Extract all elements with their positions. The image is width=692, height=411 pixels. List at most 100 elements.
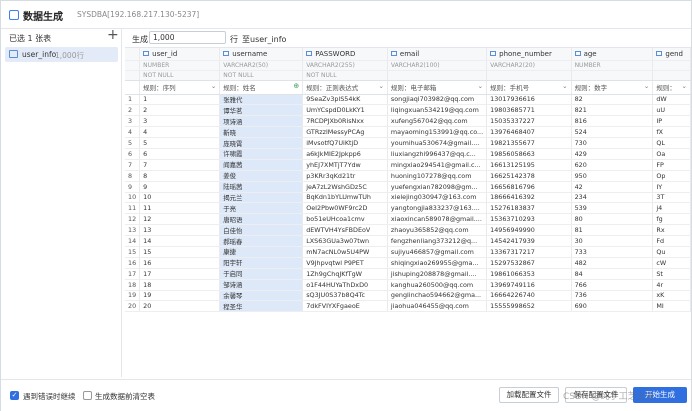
cell-PASSWORD[interactable]: iMvsotfQ7UiKtjD: [302, 137, 388, 149]
cell-age[interactable]: 234: [571, 192, 654, 204]
cell-user_id[interactable]: 4: [139, 126, 221, 139]
cell-username[interactable]: 邹诗涵: [219, 279, 304, 291]
cell-gend[interactable]: fg: [652, 213, 691, 226]
cell-phone_number[interactable]: 13976468407: [486, 126, 572, 139]
cell-user_id[interactable]: 19: [139, 290, 221, 302]
cell-phone_number[interactable]: 13017936616: [486, 94, 572, 106]
cell-index[interactable]: 10: [125, 192, 141, 204]
cell-email[interactable]: xiaoxincan589078@gmail....: [387, 213, 488, 226]
cell-index[interactable]: 3: [125, 115, 141, 128]
cell-index[interactable]: 2: [125, 104, 141, 117]
column-rule-selector[interactable]: 规则：姓名 ⊕: [219, 80, 304, 95]
cell-PASSWORD[interactable]: mN7acNL0w5U4PW: [302, 246, 388, 258]
cell-age[interactable]: 81: [571, 224, 654, 237]
cell-email[interactable]: kanghua260500@qq.com: [387, 279, 488, 291]
column-rule-selector[interactable]: 规则：序列 ⌄: [139, 80, 221, 95]
cell-PASSWORD[interactable]: UmYCspdD0LkKY1: [302, 104, 388, 117]
cell-phone_number[interactable]: 16664226740: [486, 290, 572, 302]
column-header-username[interactable]: username: [219, 48, 304, 61]
cell-PASSWORD[interactable]: OeI2Pbw0WF9rc2D: [302, 202, 388, 215]
cell-age[interactable]: 539: [571, 202, 654, 215]
cell-age[interactable]: 429: [571, 148, 654, 160]
cell-age[interactable]: 950: [571, 170, 654, 182]
cell-user_id[interactable]: 14: [139, 235, 221, 247]
cell-PASSWORD[interactable]: dEWTVH4YsFBDEoV: [302, 224, 388, 237]
cell-index[interactable]: 20: [125, 300, 141, 313]
cell-user_id[interactable]: 13: [139, 224, 221, 237]
column-rule-selector[interactable]: 规则：手机号 ⌄: [486, 80, 572, 95]
cell-age[interactable]: 821: [571, 104, 654, 117]
cell-index[interactable]: 17: [125, 268, 141, 280]
cell-email[interactable]: mayaoming153991@qq.co...: [387, 126, 488, 139]
cell-email[interactable]: fengzhenliang373212@q...: [387, 235, 488, 247]
cell-phone_number[interactable]: 19856058663: [486, 148, 572, 160]
cell-username[interactable]: 许啸霞: [219, 148, 304, 160]
cell-phone_number[interactable]: 16656816796: [486, 181, 572, 193]
cell-index[interactable]: 4: [125, 126, 141, 139]
cell-age[interactable]: 690: [571, 300, 654, 313]
cell-gend[interactable]: St: [652, 268, 691, 280]
cell-phone_number[interactable]: 19821355677: [486, 137, 572, 149]
cell-gend[interactable]: Fd: [652, 235, 691, 247]
cell-age[interactable]: 816: [571, 115, 654, 128]
cell-gend[interactable]: FP: [652, 159, 691, 171]
cell-user_id[interactable]: 8: [139, 170, 221, 182]
cell-email[interactable]: genglinchao594662@gma...: [387, 290, 488, 302]
cell-email[interactable]: jiaohua046455@qq.com: [387, 300, 488, 313]
cell-gend[interactable]: cW: [652, 257, 691, 269]
cell-index[interactable]: 9: [125, 181, 141, 193]
cell-age[interactable]: 80: [571, 213, 654, 226]
cell-phone_number[interactable]: 14542417939: [486, 235, 572, 247]
cell-PASSWORD[interactable]: LXS63GUa3w07twn: [302, 235, 388, 247]
cell-PASSWORD[interactable]: 7RCDPJXb0RisNxx: [302, 115, 388, 128]
cell-username[interactable]: 余馨琴: [219, 290, 304, 302]
cell-email[interactable]: sujiyu466857@gmail.com: [387, 246, 488, 258]
cell-gend[interactable]: QL: [652, 137, 691, 149]
cell-age[interactable]: 524: [571, 126, 654, 139]
column-rule-selector[interactable]: 规则：数字 ⌄: [571, 80, 654, 95]
cell-PASSWORD[interactable]: a6kJkMIE2Jpkpp6: [302, 148, 388, 160]
cell-username[interactable]: 程圣华: [219, 300, 304, 313]
column-header-index[interactable]: [125, 48, 141, 61]
cell-gend[interactable]: Oa: [652, 148, 691, 160]
add-rule-icon[interactable]: ⊕: [293, 82, 299, 90]
cell-index[interactable]: 8: [125, 170, 141, 182]
column-header-age[interactable]: age: [571, 48, 654, 61]
column-header-gend[interactable]: gend: [652, 48, 691, 61]
cell-username[interactable]: 阳宇轩: [219, 257, 304, 269]
cell-user_id[interactable]: 10: [139, 192, 221, 204]
cell-age[interactable]: 733: [571, 246, 654, 258]
cell-age[interactable]: 30: [571, 235, 654, 247]
column-rule-selector[interactable]: [125, 80, 141, 95]
cell-phone_number[interactable]: 19803685771: [486, 104, 572, 117]
cell-index[interactable]: 13: [125, 224, 141, 237]
cell-PASSWORD[interactable]: jeA7zL2WshGDz5C: [302, 181, 388, 193]
cell-user_id[interactable]: 9: [139, 181, 221, 193]
cell-user_id[interactable]: 16: [139, 257, 221, 269]
cell-email[interactable]: zhaoyu365852@qq.com: [387, 224, 488, 237]
cell-email[interactable]: huoning107278@qq.com: [387, 170, 488, 182]
cell-phone_number[interactable]: 16625142378: [486, 170, 572, 182]
cell-age[interactable]: 620: [571, 159, 654, 171]
cell-username[interactable]: 谭华茗: [219, 104, 304, 117]
cell-username[interactable]: 姜俊: [219, 170, 304, 182]
cell-gend[interactable]: Rx: [652, 224, 691, 237]
cell-email[interactable]: youmihua530674@gmail....: [387, 137, 488, 149]
cell-gend[interactable]: Op: [652, 170, 691, 182]
cell-username[interactable]: 陆瑶茜: [219, 181, 304, 193]
cell-PASSWORD[interactable]: o1F44HUYaThDxD0: [302, 279, 388, 291]
cell-username[interactable]: 白佳怡: [219, 224, 304, 237]
cell-index[interactable]: 14: [125, 235, 141, 247]
cell-index[interactable]: 6: [125, 148, 141, 160]
cell-gend[interactable]: MI: [652, 300, 691, 313]
cell-user_id[interactable]: 18: [139, 279, 221, 291]
cell-user_id[interactable]: 20: [139, 300, 221, 313]
cell-age[interactable]: 82: [571, 94, 654, 106]
cell-index[interactable]: 7: [125, 159, 141, 171]
cell-phone_number[interactable]: 15035337227: [486, 115, 572, 128]
cell-gend[interactable]: fX: [652, 126, 691, 139]
cell-email[interactable]: shiqingxiao269955@gma...: [387, 257, 488, 269]
cell-user_id[interactable]: 7: [139, 159, 221, 171]
cell-username[interactable]: 靳晓: [219, 126, 304, 139]
add-table-button[interactable]: +: [107, 28, 119, 42]
